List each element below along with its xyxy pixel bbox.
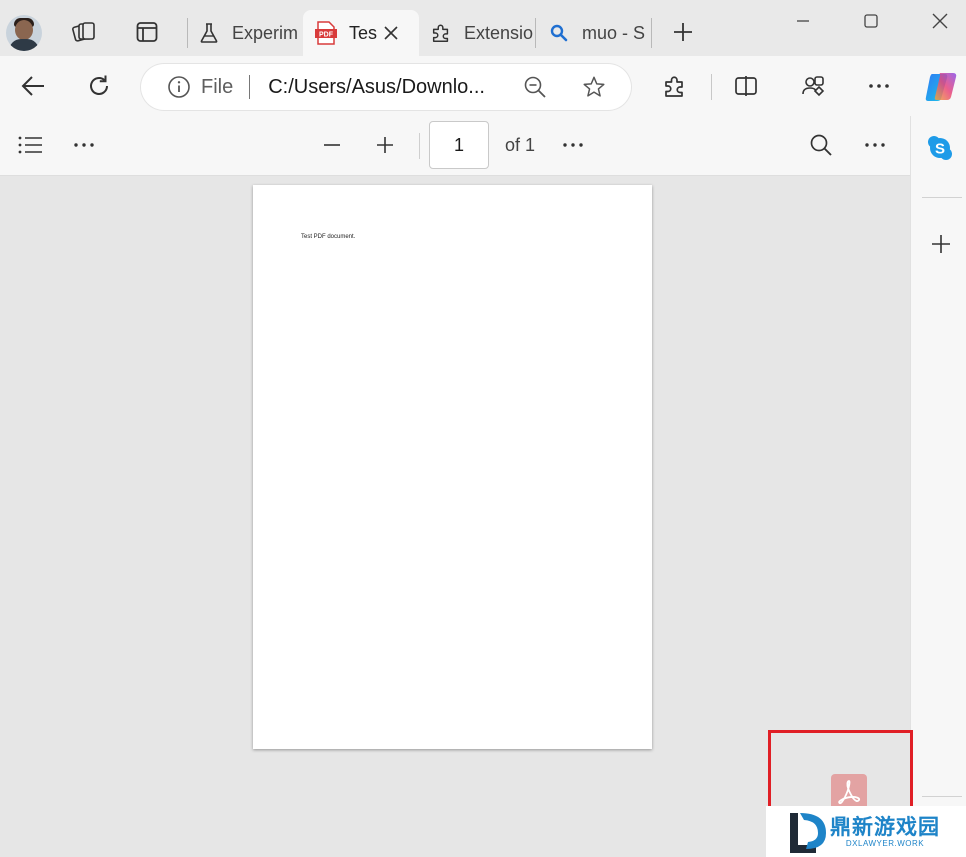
tab-muo-search[interactable]: muo - S (548, 10, 650, 56)
protocol-label: File (201, 75, 234, 98)
info-icon[interactable] (167, 75, 191, 99)
acrobat-icon[interactable] (831, 774, 867, 810)
minimize-button[interactable] (788, 8, 818, 34)
pdf-page[interactable]: Test PDF document. (253, 185, 652, 749)
puzzle-icon (430, 22, 452, 44)
flask-icon (198, 22, 220, 44)
more-options-left-icon[interactable] (67, 128, 101, 162)
more-options-right-icon[interactable] (858, 128, 892, 162)
add-sidebar-app-icon[interactable] (930, 233, 952, 255)
edge-sidebar: S (910, 116, 966, 857)
skype-icon[interactable]: S (927, 134, 953, 162)
back-button[interactable] (15, 68, 51, 104)
pdf-toolbar: of 1 (0, 116, 910, 176)
tab-label: Extensio (464, 22, 534, 43)
extensions-button[interactable] (657, 68, 693, 104)
tab-extensions[interactable]: Extensio (430, 10, 534, 56)
zoom-out-icon[interactable] (523, 75, 547, 99)
svg-text:PDF: PDF (319, 32, 334, 39)
document-text: Test PDF document. (301, 234, 356, 240)
page-number-input[interactable] (429, 121, 489, 169)
tab-label: Tes (349, 22, 377, 43)
split-screen-button[interactable] (728, 68, 764, 104)
table-of-contents-icon[interactable] (13, 128, 47, 162)
watermark-title: 鼎新游戏园 (830, 815, 940, 839)
tab-label: muo - S (582, 22, 646, 43)
pdf-icon: PDF (315, 21, 337, 45)
new-tab-button[interactable] (668, 17, 698, 47)
url-text[interactable]: C:/Users/Asus/Downlo... (268, 76, 485, 99)
tab-label: Experim (232, 22, 299, 43)
watermark-subtitle: DXLAWYER.WORK (845, 839, 925, 848)
copilot-icon[interactable] (922, 67, 962, 107)
address-divider (249, 75, 251, 99)
tab-strip: Experim PDF Tes Extensio muo - S (0, 0, 966, 60)
find-icon[interactable] (804, 128, 838, 162)
favorite-star-icon[interactable] (582, 75, 606, 99)
refresh-button[interactable] (81, 68, 117, 104)
more-options-center-icon[interactable] (556, 128, 590, 162)
svg-text:S: S (935, 141, 945, 158)
tab-experiments[interactable]: Experim (198, 10, 300, 56)
address-bar[interactable]: File C:/Users/Asus/Downlo... (141, 64, 631, 110)
maximize-button[interactable] (856, 8, 886, 34)
browser-essentials-button[interactable] (795, 68, 831, 104)
dx-logo-icon (790, 812, 826, 853)
zoom-out-button[interactable] (315, 128, 349, 162)
search-icon (548, 22, 570, 44)
workspaces-icon[interactable] (69, 17, 99, 47)
tab-test-pdf[interactable]: PDF Tes (303, 10, 419, 56)
vertical-tabs-icon[interactable] (132, 17, 162, 47)
settings-more-button[interactable] (861, 68, 897, 104)
close-tab-icon[interactable] (383, 25, 399, 41)
navigation-toolbar: File C:/Users/Asus/Downlo... (0, 56, 966, 116)
close-window-button[interactable] (925, 8, 955, 34)
zoom-in-button[interactable] (368, 128, 402, 162)
page-count-label: of 1 (505, 135, 536, 155)
profile-avatar[interactable] (6, 15, 42, 51)
watermark-logo: 鼎新游戏园 DXLAWYER.WORK (766, 806, 966, 857)
